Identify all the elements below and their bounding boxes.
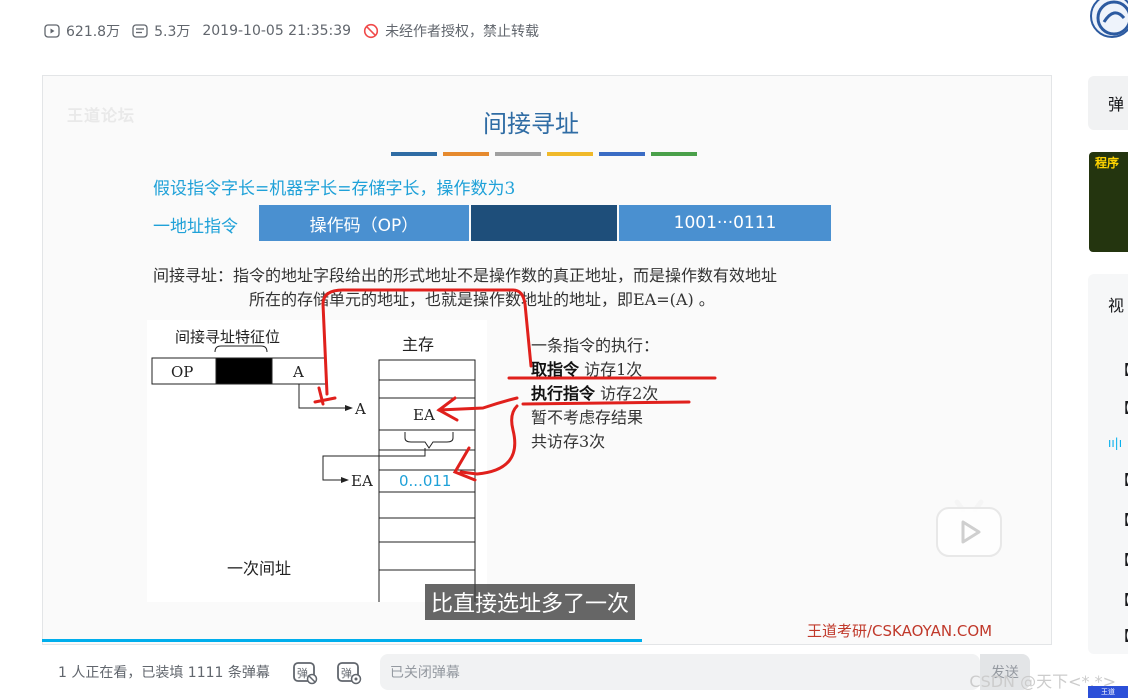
slide-color-bars [391, 152, 697, 156]
danmaku-input-placeholder: 已关闭弹幕 [389, 664, 460, 681]
instruction-type-label: 一地址指令 [153, 217, 238, 237]
playlist-panel: 视 【 【 ıı|ı 【 【 【 【 【 [1088, 274, 1128, 654]
exec-total: 共访存3次 [531, 432, 606, 451]
playlist-item-bracket[interactable]: 【 [1116, 470, 1128, 490]
exec-execute-rest: 访存2次 [595, 384, 659, 403]
color-bar [391, 152, 437, 156]
slide-title: 间接寻址 [483, 110, 579, 138]
play-count-icon [44, 24, 60, 38]
video-meta: 621.8万 5.3万 2019-10-05 21:35:39 未经作者授权，禁… [44, 20, 539, 42]
exec-fetch-bold: 取指令 [531, 360, 580, 379]
video-title-strip [44, 0, 404, 6]
svg-text:弹: 弹 [341, 666, 352, 680]
slide-description-line2: 所在的存储单元的地址，也就是操作数地址的地址，即EA=(A) 。 [249, 290, 715, 309]
playlist-item-bracket[interactable]: 【 [1116, 550, 1128, 570]
lecture-slide: 王道论坛 间接寻址 假设指令字长=机器字长=存储字长，操作数为3 一地址指令 操… [43, 76, 1051, 644]
danmaku-count: 5.3万 [132, 21, 190, 41]
copyright-notice: 未经作者授权，禁止转载 [363, 21, 539, 41]
slide-description-line1: 间接寻址：指令的地址字段给出的形式地址不是操作数的真正地址，而是操作数有效地址 [153, 266, 778, 285]
exec-note: 暂不考虑存结果 [531, 408, 644, 427]
danmaku-settings-icon[interactable]: 弹 [336, 659, 362, 685]
ad-badge[interactable]: 王道 [1088, 686, 1128, 698]
uploader-avatar[interactable] [1090, 0, 1128, 38]
thumbnail-tag: 程序 [1095, 156, 1120, 170]
danmaku-toggle-icon[interactable]: 弹 [292, 659, 318, 685]
instruction-format: 操作码（OP） 1001···0111 [259, 205, 831, 241]
color-bar [547, 152, 593, 156]
slide-watermark: 王道论坛 [67, 106, 136, 125]
danmaku-count-icon [132, 24, 148, 38]
playlist-item-bracket[interactable]: 【 [1116, 626, 1128, 646]
danmaku-input[interactable]: 已关闭弹幕 [379, 653, 980, 690]
progress-bar[interactable] [42, 639, 642, 642]
danmaku-list-panel[interactable]: 弹 [1088, 76, 1128, 130]
exec-execute: 执行指令 访存2次 [531, 382, 659, 406]
play-count: 621.8万 [44, 21, 120, 41]
exec-fetch-rest: 访存1次 [579, 360, 643, 379]
arrow-a-label: A [354, 400, 366, 418]
slide-brand: 王道考研/CSKAOYAN.COM [807, 622, 993, 640]
playlist-item-bracket[interactable]: 【 [1116, 590, 1128, 610]
danmaku-count-value: 5.3万 [154, 24, 191, 40]
opcode-field: 操作码（OP） [259, 205, 469, 241]
play-icon[interactable] [933, 494, 1005, 558]
color-bar [443, 152, 489, 156]
ea-cell-label: EA [413, 406, 435, 424]
avatar-logo-icon [1096, 0, 1128, 36]
playlist-title: 视 [1108, 296, 1125, 315]
color-bar [495, 152, 541, 156]
a-cell-label: A [292, 363, 304, 381]
playlist-item-bracket[interactable]: 【 [1116, 398, 1128, 418]
playlist-item-bracket[interactable]: 【 [1116, 510, 1128, 530]
copyright-text: 未经作者授权，禁止转载 [385, 24, 540, 40]
slide-assumption: 假设指令字长=机器字长=存储字长，操作数为3 [153, 179, 516, 199]
diagram-svg: 间接寻址特征位 OP A A 主存 EA EA 0...011 一次间址 [151, 328, 476, 602]
address-field: 1001···0111 [619, 205, 831, 241]
exec-fetch: 取指令 访存1次 [531, 358, 659, 382]
exec-heading: 一条指令的执行： [531, 336, 660, 355]
recommended-video-thumbnail[interactable]: 程序 [1089, 152, 1128, 252]
video-player[interactable]: 王道论坛 间接寻址 假设指令字长=机器字长=存储字长，操作数为3 一地址指令 操… [42, 75, 1052, 645]
arrow-ea-label: EA [351, 472, 373, 490]
feature-bit-label: 间接寻址特征位 [175, 328, 280, 346]
viewer-count: 1 人正在看，已装填 1111 条弹幕 [58, 664, 270, 681]
play-count-value: 621.8万 [66, 24, 121, 40]
playlist-item-bracket[interactable]: 【 [1116, 360, 1128, 380]
publish-datetime: 2019-10-05 21:35:39 [202, 23, 352, 39]
diagram-caption: 一次间址 [227, 559, 291, 578]
execution-notes: 一条指令的执行： 取指令 访存1次 执行指令 访存2次 暂不考虑存结果 共访存3… [531, 334, 659, 454]
svg-text:弹: 弹 [297, 666, 308, 680]
forbidden-icon [363, 23, 379, 39]
indirect-addressing-diagram: 间接寻址特征位 OP A A 主存 EA EA 0...011 一次间址 [147, 320, 487, 602]
memory-label: 主存 [402, 335, 434, 354]
exec-execute-bold: 执行指令 [531, 384, 596, 403]
video-subtitle: 比直接选址多了一次 [425, 584, 636, 620]
mode-field [471, 205, 617, 241]
operand-cell-value: 0...011 [399, 472, 451, 490]
now-playing-icon: ıı|ı [1108, 436, 1123, 450]
color-bar [599, 152, 645, 156]
color-bar [651, 152, 697, 156]
op-cell-label: OP [171, 363, 193, 381]
danmaku-bar: 1 人正在看，已装填 1111 条弹幕 弹 弹 已关闭弹幕 发送 [42, 645, 1052, 698]
